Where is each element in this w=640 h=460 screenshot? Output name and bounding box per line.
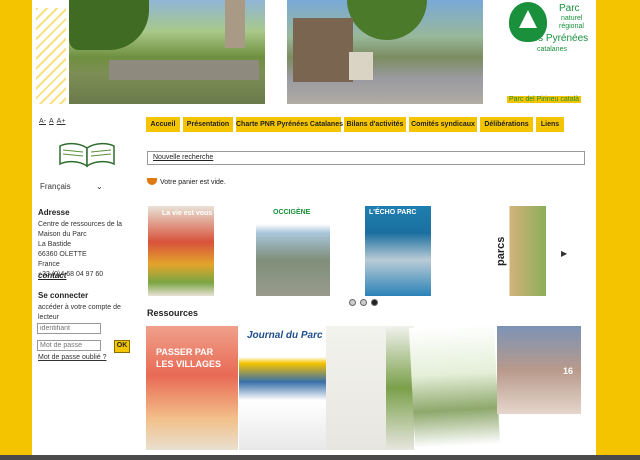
nav-item-accueil[interactable]: Accueil [146,117,180,132]
resource-title: 16 [563,366,574,376]
cover-title: L'ÉCHO PARC [369,209,417,216]
logo-line: catalanes [537,46,567,53]
cover-title: parcs [495,236,507,266]
tower-shape [225,0,245,48]
tree-shape [69,0,149,50]
address-heading: Adresse [38,208,70,217]
resource-item[interactable]: PASSER PAR LES VILLAGES [146,326,238,450]
logo-line: Parc [559,3,580,14]
banner-photo-village [69,0,265,104]
new-search-link[interactable]: Nouvelle recherche [153,154,213,161]
login-description: accéder à votre compte de lecteur [38,304,121,321]
carousel-cover[interactable]: OCCIGÈNE [256,206,330,296]
resource-item[interactable]: 16 [497,326,581,414]
nav-item-liens[interactable]: Liens [536,117,564,132]
house-shape [293,18,353,82]
username-input[interactable] [37,323,101,334]
password-input[interactable] [37,340,101,351]
banner-pattern [36,8,66,104]
wall-shape [109,60,259,80]
carousel-next-arrow-icon[interactable]: ▶ [561,249,567,258]
resource-item[interactable] [326,326,392,450]
header-banner: Parc naturel régional des Pyrénées catal… [32,0,596,110]
language-select[interactable]: Français ⌄ [40,182,104,191]
bottom-bar [0,455,640,460]
contact-link[interactable]: contact [38,271,66,280]
cover-title: La vie est vous [162,210,213,217]
sign-shape [349,52,373,80]
address-line: Maison du Parc [38,231,87,238]
address-line: Centre de ressources de la [38,221,123,228]
banner-photo-house [287,0,483,104]
nav-item-comites[interactable]: Comités syndicaux [409,117,477,132]
font-larger-link[interactable]: A+ [57,118,66,125]
logo-line: naturel [561,15,583,22]
resource-title: PASSER PAR LES VILLAGES [156,347,222,369]
carousel-dot-active[interactable] [371,299,378,306]
address-line: La Bastide [38,241,72,248]
resources-heading: Ressources [147,308,199,318]
park-logo[interactable]: Parc naturel régional des Pyrénées catal… [487,0,594,106]
logo-line: des Pyrénées [527,33,589,44]
logo-subtitle: Parc del Pirineu català [507,96,582,103]
carousel-dot[interactable] [360,299,367,306]
font-normal-link[interactable]: A [49,118,54,125]
carousel-dot[interactable] [349,299,356,306]
address-line: France [38,261,60,268]
cart-text: Votre panier est vide. [160,179,226,186]
carousel-cover[interactable]: parcs [494,206,546,296]
nav-item-bilans[interactable]: Bilans d'activités [344,117,406,132]
carousel-cover[interactable]: L'ÉCHO PARC [365,206,431,296]
carousel-cover[interactable]: La vie est vous [148,206,214,296]
font-size-controls: A- A A+ [39,118,68,125]
tree-shape [347,0,427,40]
chevron-down-icon: ⌄ [96,182,103,191]
open-book-icon [59,142,115,168]
language-selected: Français [40,182,71,191]
cover-title: OCCIGÈNE [273,209,311,216]
login-heading: Se connecter [38,291,89,300]
nav-item-presentation[interactable]: Présentation [183,117,233,132]
address-line: 66360 OLETTE [38,251,87,258]
logo-line: régional [559,23,584,30]
resource-title: Journal du Parc [247,330,323,341]
forgot-password-link[interactable]: Mot de passe oublié ? [38,354,107,361]
login-ok-button[interactable]: OK [114,340,130,353]
resource-item[interactable]: Journal du Parc [239,326,326,450]
search-bar[interactable]: Nouvelle recherche [147,151,585,165]
cart-status: Votre panier est vide. [147,178,226,186]
basket-icon [147,178,157,185]
font-smaller-link[interactable]: A- [39,118,46,125]
nav-item-charte[interactable]: Charte PNR Pyrénées Catalanes [236,117,343,132]
page: Parc naturel régional des Pyrénées catal… [32,0,596,455]
resource-item[interactable] [408,323,501,449]
nav-item-deliberations[interactable]: Délibérations [480,117,533,132]
